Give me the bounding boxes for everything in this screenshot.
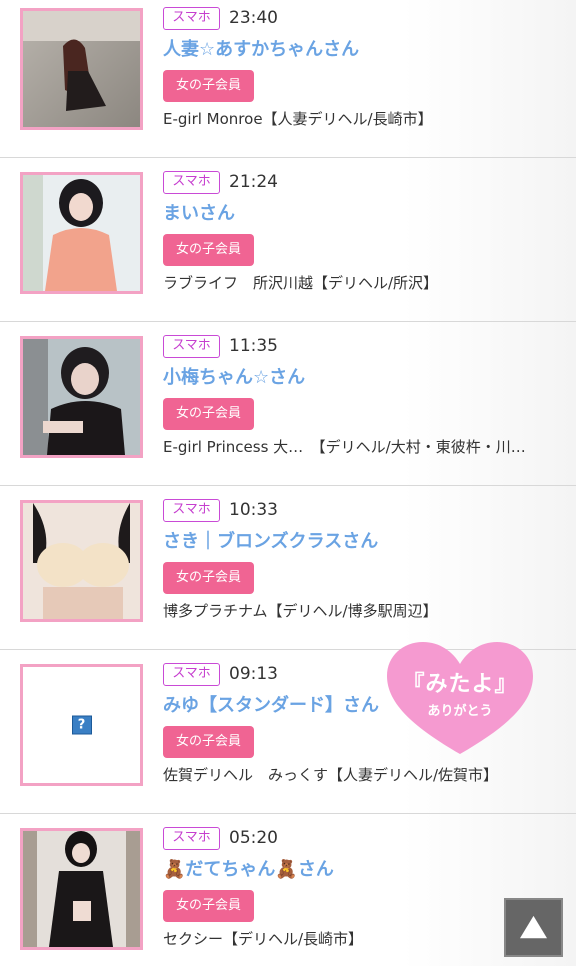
photo-black-lingerie [23,831,140,947]
member-badge: 女の子会員 [163,398,254,430]
profile-photo[interactable] [20,8,143,130]
list-item[interactable]: スマホ 23:40 人妻☆あすかちゃんさん 女の子会員 E-girl Monro… [0,0,576,158]
profile-photo[interactable] [20,172,143,294]
smartphone-badge: スマホ [163,663,220,686]
mitayo-heart-badge: 『みたよ』 ありがとう [385,640,535,756]
photo-cat-ears [23,339,140,455]
shop-name[interactable]: セクシー【デリヘル/長崎市】 [163,928,363,950]
member-badge: 女の子会員 [163,70,254,102]
post-time: 11:35 [229,336,278,356]
girl-name-link[interactable]: 🧸だてちゃん🧸さん [163,857,334,883]
shop-name[interactable]: 博多プラチナム【デリヘル/博多駅周辺】 [163,600,438,622]
list-item[interactable]: スマホ 11:35 小梅ちゃん☆さん 女の子会員 E-girl Princess… [0,322,576,486]
post-time: 21:24 [229,172,278,192]
heart-title: 『みたよ』 [402,672,518,697]
list-item[interactable]: スマホ 21:24 まいさん 女の子会員 ラブライフ 所沢川越【デリヘル/所沢】 [0,158,576,322]
shop-name[interactable]: 佐賀デリヘル みっくす【人妻デリヘル/佐賀市】 [163,764,498,786]
photo-outdoor [23,11,140,127]
message-history-list: スマホ 23:40 人妻☆あすかちゃんさん 女の子会員 E-girl Monro… [0,0,576,966]
post-time: 09:13 [229,664,278,684]
arrow-up-icon [519,915,548,939]
girl-name-link[interactable]: まいさん [163,201,235,227]
member-badge: 女の子会員 [163,234,254,266]
photo-lace [23,503,140,619]
smartphone-badge: スマホ [163,827,220,850]
shop-name[interactable]: E-girl Monroe【人妻デリヘル/長崎市】 [163,108,433,130]
girl-name-link[interactable]: 人妻☆あすかちゃんさん [163,37,359,63]
scroll-to-top-button[interactable] [504,898,563,957]
girl-name-link[interactable]: みゆ【スタンダード】さん [163,693,379,719]
missing-image-icon: ? [71,715,92,735]
post-time: 05:20 [229,828,278,848]
list-item[interactable]: スマホ 10:33 さき｜ブロンズクラスさん 女の子会員 博多プラチナム【デリヘ… [0,486,576,650]
profile-photo[interactable] [20,336,143,458]
member-badge: 女の子会員 [163,890,254,922]
member-badge: 女の子会員 [163,726,254,758]
heart-icon [387,642,533,754]
profile-photo[interactable]: ? [20,664,143,786]
photo-pink-dress [23,175,140,291]
profile-photo[interactable] [20,828,143,950]
heart-subtitle: ありがとう [427,704,493,719]
smartphone-badge: スマホ [163,499,220,522]
member-badge: 女の子会員 [163,562,254,594]
smartphone-badge: スマホ [163,335,220,358]
profile-photo[interactable] [20,500,143,622]
post-time: 10:33 [229,500,278,520]
girl-name-link[interactable]: さき｜ブロンズクラスさん [163,529,378,555]
shop-name[interactable]: ラブライフ 所沢川越【デリヘル/所沢】 [163,272,438,294]
post-time: 23:40 [229,8,278,28]
shop-name[interactable]: E-girl Princess 大… 【デリヘル/大村・東彼杵・川… [163,436,526,458]
list-item[interactable]: スマホ 05:20 🧸だてちゃん🧸さん 女の子会員 セクシー【デリヘル/長崎市】 [0,814,576,966]
smartphone-badge: スマホ [163,7,220,30]
girl-name-link[interactable]: 小梅ちゃん☆さん [163,365,305,391]
smartphone-badge: スマホ [163,171,220,194]
